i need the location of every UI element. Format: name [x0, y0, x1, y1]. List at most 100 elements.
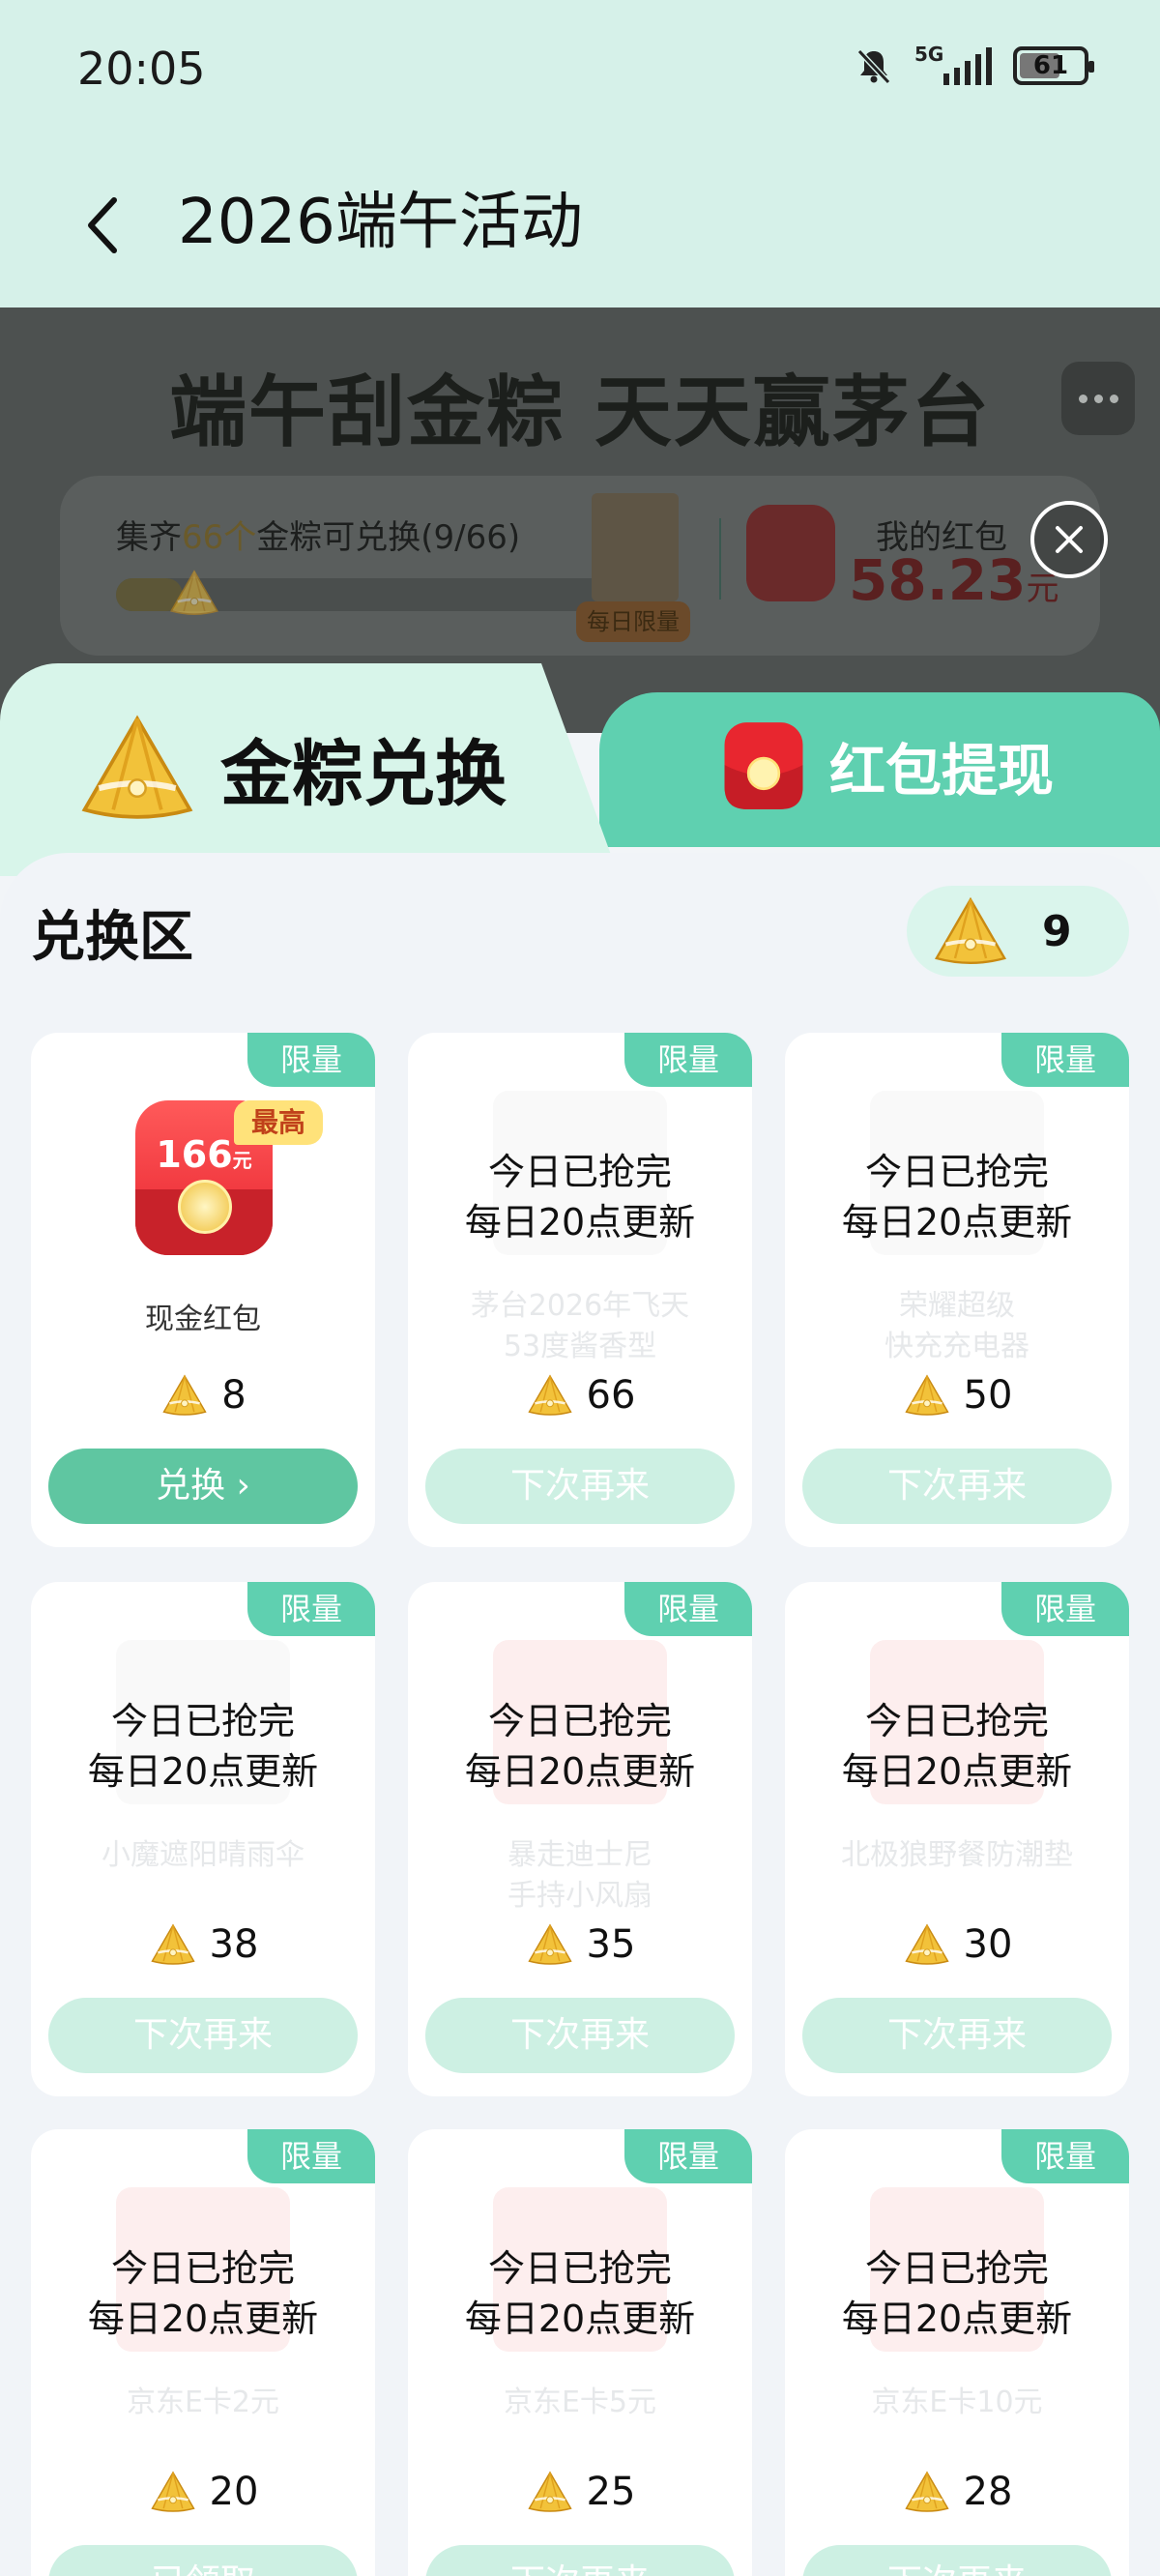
next-time-button[interactable]: 下次再来: [802, 2545, 1112, 2576]
product-card: 限量 今日已抢完每日20点更新 京东E卡5元 25 下次再来: [408, 2129, 752, 2576]
sold-out-notice: 今日已抢完 每日20点更新: [841, 1700, 1073, 1793]
exchange-sheet: 金粽兑换 红包提现 兑换区 9 166元 最高 限量 现金红包 8 兑换 › 限…: [0, 663, 1160, 2576]
sold-out-notice: 今日已抢完 每日20点更新: [87, 2247, 319, 2340]
banner-title: 端午刮金粽 天天赢茅台: [169, 367, 991, 457]
golden-zongzi-icon: [525, 1374, 575, 1417]
battery-level: 61: [1032, 51, 1069, 80]
limited-tag: 限量: [1001, 2129, 1129, 2183]
page-title: 2026端午活动: [178, 187, 583, 258]
product-card: 限量 今日已抢完每日20点更新 京东E卡10元 28 下次再来: [785, 2129, 1129, 2576]
golden-zongzi-icon: [932, 896, 1009, 966]
price-value: 66: [586, 1373, 636, 1418]
price-row: 30: [785, 1922, 1129, 1967]
product-card: 限量 今日已抢完 每日20点更新 北极狼野餐防潮垫 30 下次再来: [785, 1582, 1129, 2096]
product-card: 限量 今日已抢完每日20点更新 京东E卡2元 20 已领取: [31, 2129, 375, 2576]
product-name: 荣耀超级 快充充电器: [884, 1289, 1030, 1363]
golden-zongzi-icon: [77, 708, 197, 828]
product-name: 小魔遮阳晴雨伞: [102, 1838, 304, 1872]
next-time-button[interactable]: 下次再来: [48, 1998, 358, 2073]
price-value: 25: [586, 2470, 636, 2514]
price-value: 28: [963, 2470, 1013, 2514]
golden-zongzi-icon: [168, 569, 220, 617]
next-time-button[interactable]: 下次再来: [802, 1998, 1112, 2073]
section-title: 兑换区: [31, 906, 193, 969]
sold-out-notice: 今日已抢完 每日20点更新: [464, 2247, 696, 2340]
limited-tag: 限量: [1001, 1582, 1129, 1636]
limited-tag: 限量: [624, 2129, 752, 2183]
product-name: 京东E卡2元: [126, 2386, 280, 2419]
sold-out-notice: 今日已抢完 每日20点更新: [841, 1151, 1073, 1244]
product-card: 限量 今日已抢完 每日20点更新 暴走迪士尼 手持小风扇 35 下次再来: [408, 1582, 752, 2096]
close-icon: [1056, 526, 1083, 553]
golden-zongzi-icon: [902, 2471, 952, 2513]
divider: [719, 518, 721, 600]
status-time: 20:05: [77, 43, 206, 95]
network-type: 5G: [914, 43, 944, 66]
next-time-button[interactable]: 下次再来: [802, 1449, 1112, 1524]
back-button[interactable]: [83, 182, 141, 269]
title-bar: 2026端午活动: [0, 145, 1160, 307]
price-row: 8: [31, 1373, 375, 1418]
sold-out-notice: 今日已抢完 每日20点更新: [841, 2247, 1073, 2340]
tab-label: 红包提现: [829, 738, 1055, 804]
golden-zongzi-icon: [525, 2471, 575, 2513]
price-row: 35: [408, 1922, 752, 1967]
zongzi-balance: 9: [907, 886, 1129, 977]
signal-icon: 5G: [914, 43, 992, 85]
bell-off-icon: [856, 48, 891, 85]
battery-icon: 61: [1013, 46, 1094, 85]
price-row: 28: [785, 2470, 1129, 2514]
next-time-button[interactable]: 下次再来: [425, 1449, 735, 1524]
golden-zongzi-icon: [902, 1374, 952, 1417]
claimed-button[interactable]: 已领取: [48, 2545, 358, 2576]
golden-zongzi-icon: [148, 1923, 198, 1966]
golden-zongzi-icon: [525, 1923, 575, 1966]
progress-text: 集齐66个金粽可兑换(9/66): [116, 518, 521, 557]
product-name: 京东E卡5元: [503, 2386, 657, 2419]
price-row: 38: [31, 1922, 375, 1967]
product-card: 限量 今日已抢完 每日20点更新 小魔遮阳晴雨伞 38 下次再来: [31, 1582, 375, 2096]
price-row: 25: [408, 2470, 752, 2514]
tab-label: 金粽兑换: [220, 717, 514, 820]
golden-zongzi-icon: [902, 1923, 952, 1966]
price-row: 66: [408, 1373, 752, 1418]
limited-tag: 限量: [247, 2129, 375, 2183]
maotai-image: [592, 493, 679, 601]
product-card: 限量 今日已抢完 每日20点更新 荣耀超级 快充充电器 50 下次再来: [785, 1033, 1129, 1547]
product-name: 北极狼野餐防潮垫: [841, 1838, 1073, 1872]
price-value: 50: [963, 1373, 1013, 1418]
price-value: 38: [209, 1922, 259, 1967]
exchange-button[interactable]: 兑换 ›: [48, 1449, 358, 1524]
sold-out-notice: 今日已抢完 每日20点更新: [464, 1151, 696, 1244]
red-packet-icon: [746, 505, 835, 601]
balance-value: 9: [1042, 906, 1072, 956]
status-bar: 20:05 5G 61: [0, 0, 1160, 145]
tab-golden-zongzi-exchange[interactable]: 金粽兑换: [77, 708, 514, 828]
limited-tag: 限量: [247, 1582, 375, 1636]
my-redpacket-amount: 58.23元: [849, 547, 1059, 613]
chevron-left-icon: [88, 197, 117, 253]
status-icons: 5G 61: [855, 43, 1094, 85]
product-name: 暴走迪士尼 手持小风扇: [508, 1838, 652, 1913]
golden-zongzi-icon: [160, 1374, 210, 1417]
limited-tag: 限量: [624, 1582, 752, 1636]
price-value: 8: [221, 1373, 246, 1418]
product-card: 限量 今日已抢完 每日20点更新 茅台2026年飞天 53度酱香型 66 下次再来: [408, 1033, 752, 1547]
price-row: 50: [785, 1373, 1129, 1418]
product-card: 166元 最高 限量 现金红包 8 兑换 ›: [31, 1033, 375, 1547]
limited-tag: 限量: [624, 1033, 752, 1087]
limited-tag: 限量: [1001, 1033, 1129, 1087]
next-time-button[interactable]: 下次再来: [425, 2545, 735, 2576]
golden-zongzi-icon: [148, 2471, 198, 2513]
close-button[interactable]: [1030, 501, 1108, 578]
next-time-button[interactable]: 下次再来: [425, 1998, 735, 2073]
red-packet-icon: [721, 717, 806, 814]
max-badge: 最高: [234, 1100, 323, 1145]
price-value: 35: [586, 1922, 636, 1967]
product-name: 茅台2026年飞天 53度酱香型: [470, 1289, 690, 1363]
daily-limit-tag: 每日限量: [576, 601, 690, 642]
sold-out-notice: 今日已抢完 每日20点更新: [464, 1700, 696, 1793]
tab-redpacket-withdraw[interactable]: 红包提现: [721, 717, 1054, 814]
sold-out-notice: 今日已抢完 每日20点更新: [87, 1700, 319, 1793]
more-button[interactable]: [1061, 362, 1135, 435]
